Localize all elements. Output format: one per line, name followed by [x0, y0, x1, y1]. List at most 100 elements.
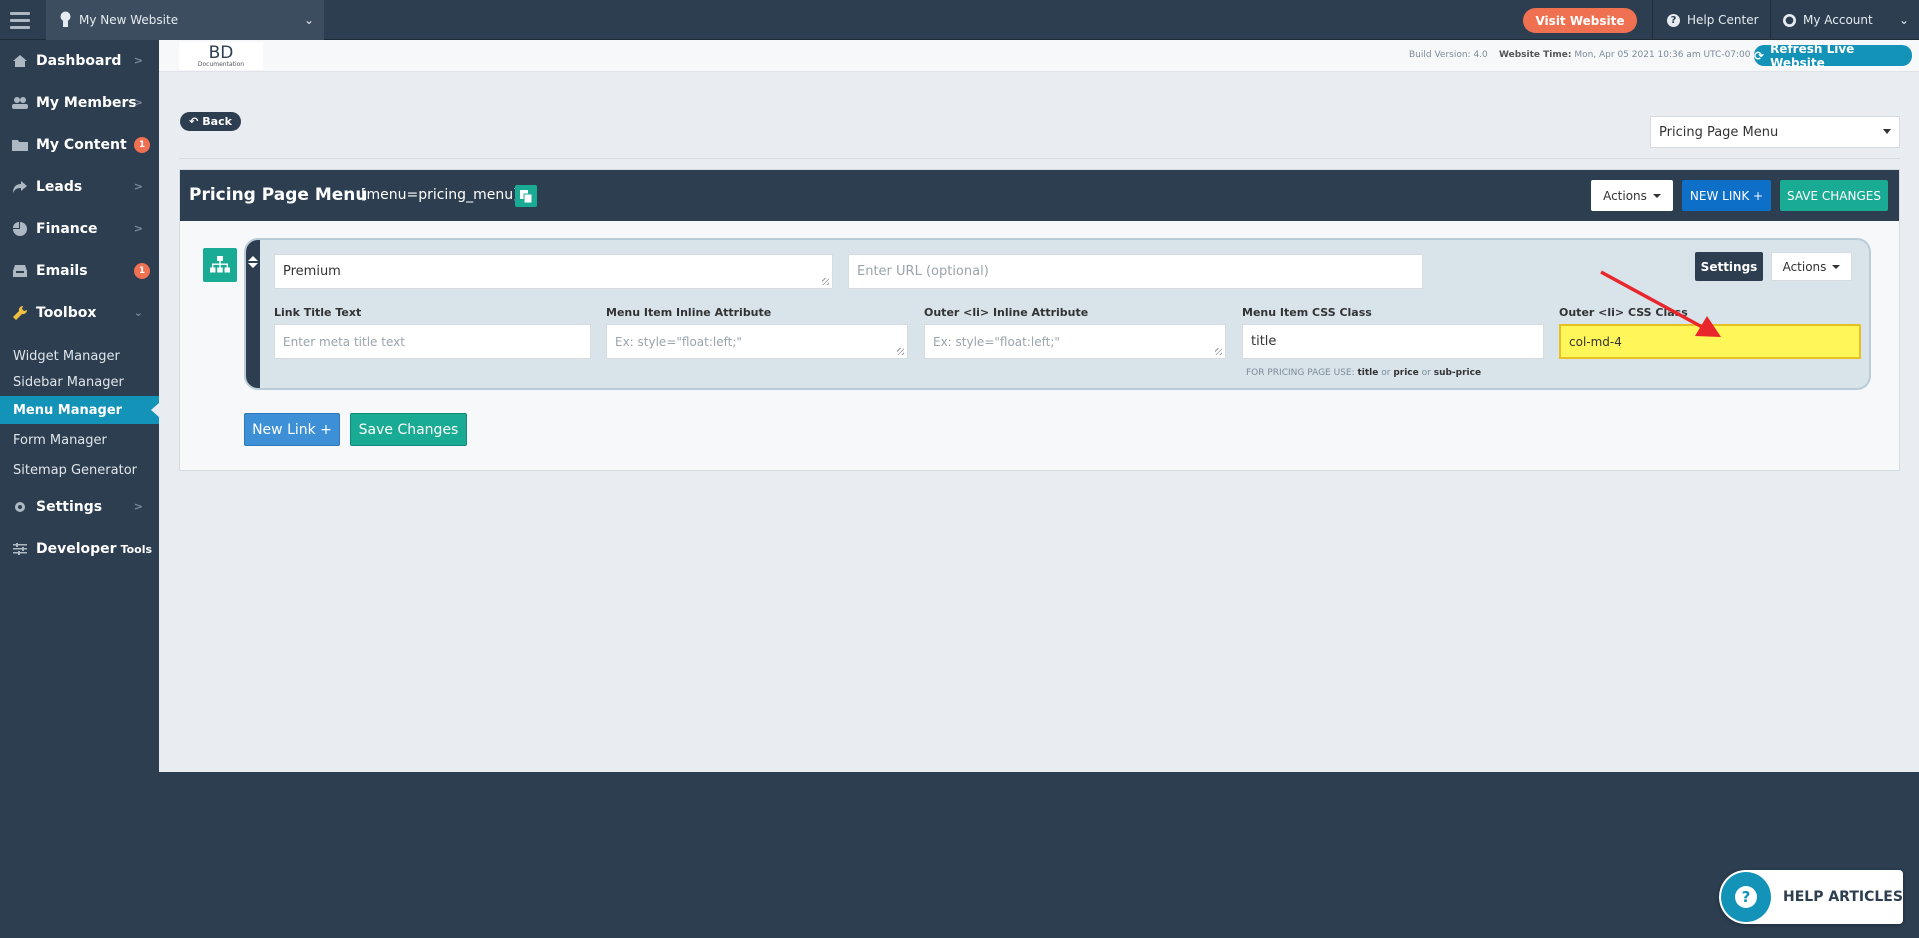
logo-subtext: Documentation [197, 60, 245, 68]
hamburger-menu-icon[interactable] [0, 0, 40, 40]
link-title-label: Link Title Text [274, 306, 362, 319]
menu-select-dropdown[interactable]: Pricing Page Menu [1650, 116, 1900, 148]
site-name: My New Website [79, 13, 179, 27]
resize-grip-icon [1215, 348, 1222, 355]
user-circle-icon: ● [1783, 13, 1796, 27]
chevron-right-icon: > [133, 222, 143, 235]
sidebar-item-label: Dashboard [36, 53, 122, 69]
new-link-button[interactable]: NEW LINK + [1682, 180, 1771, 211]
sidebar-item-toolbox[interactable]: Toolbox ⌄ [0, 292, 159, 334]
save-changes-button[interactable]: SAVE CHANGES [1780, 180, 1888, 211]
sidebar-item-settings[interactable]: Settings > [0, 486, 159, 528]
sidebar-item-developer-tools[interactable]: Developer Tools [0, 528, 159, 570]
sidebar-item-label: Leads [36, 179, 83, 195]
logo-text: BD [208, 42, 234, 63]
refresh-icon: ⟳ [1754, 48, 1765, 63]
sort-down-icon [248, 263, 258, 268]
sidebar-item-my-content[interactable]: My Content 1 [0, 124, 159, 166]
notification-badge: 1 [134, 263, 150, 279]
link-title-input[interactable]: Enter meta title text [274, 324, 591, 359]
help-articles-button[interactable]: ? HELP ARTICLES [1719, 870, 1903, 924]
note-option: sub-price [1433, 368, 1482, 378]
sidebar-item-my-members[interactable]: My Members > [0, 82, 159, 124]
sidebar-subitem-sitemap-generator[interactable]: Sitemap Generator [0, 456, 159, 484]
gear-icon [12, 500, 28, 514]
chevron-right-icon: > [133, 500, 143, 513]
menu-shortcode: [menu=pricing_menu] [361, 187, 519, 203]
divider [179, 158, 1900, 159]
note-prefix: FOR PRICING PAGE USE: [1246, 368, 1355, 378]
resize-grip-icon [822, 278, 829, 285]
my-account-label: My Account [1803, 13, 1873, 27]
inbox-icon [12, 264, 28, 278]
help-center-link[interactable]: ? Help Center [1667, 0, 1759, 40]
inline-attribute-placeholder: Ex: style="float:left;" [615, 334, 742, 349]
divider [1770, 0, 1771, 40]
annotation-arrow [1600, 270, 1721, 337]
actions-label: Actions [1603, 188, 1647, 203]
sidebar-subitem-form-manager[interactable]: Form Manager [0, 426, 159, 454]
panel-header: Pricing Page Menu [menu=pricing_menu] Ac… [180, 170, 1899, 221]
sidebar-item-label: Developer [36, 541, 117, 557]
panel-title: Pricing Page Menu [189, 185, 368, 205]
website-time: Website Time: Mon, Apr 05 2021 10:36 am … [1499, 50, 1751, 60]
panel-actions-dropdown[interactable]: Actions [1591, 180, 1673, 211]
sidebar-item-emails[interactable]: Emails 1 [0, 250, 159, 292]
sidebar-item-label: My Members [36, 95, 137, 111]
sidebar-item-dashboard[interactable]: Dashboard > [0, 40, 159, 82]
site-selector[interactable]: My New Website ⌄ [46, 0, 324, 40]
note-separator: or [1421, 368, 1431, 378]
sidebar-item-label: My Content [36, 137, 127, 153]
outer-inline-attribute-input[interactable]: Ex: style="float:left;" [924, 324, 1226, 359]
drag-handle[interactable] [246, 240, 260, 388]
menu-item-title-input[interactable]: Premium [274, 254, 833, 289]
lightbulb-icon [60, 11, 71, 27]
visit-website-button[interactable]: Visit Website [1523, 8, 1637, 33]
pie-chart-icon [12, 222, 28, 236]
wrench-icon [12, 306, 28, 320]
caret-down-icon [1652, 193, 1661, 198]
sidebar-subitem-sidebar-manager[interactable]: Sidebar Manager [0, 368, 159, 396]
outer-inline-attribute-placeholder: Ex: style="float:left;" [933, 334, 1060, 349]
share-icon [12, 180, 28, 194]
refresh-label: Refresh Live Website [1770, 41, 1855, 70]
save-changes-button-bottom[interactable]: Save Changes [350, 413, 467, 446]
sidebar-item-leads[interactable]: Leads > [0, 166, 159, 208]
my-account-menu[interactable]: ● My Account [1783, 0, 1873, 40]
menu-item-url-input[interactable]: Enter URL (optional) [848, 254, 1423, 289]
sidebar-item-label: Finance [36, 221, 98, 237]
sidebar-subitem-menu-manager[interactable]: Menu Manager [0, 396, 159, 424]
copy-icon[interactable] [515, 185, 537, 207]
css-class-input[interactable]: title [1242, 324, 1544, 359]
build-version: Build Version: 4.0 [1409, 50, 1488, 60]
back-button[interactable]: ↶ Back [180, 112, 241, 131]
actions-label: Actions [1782, 259, 1827, 274]
logo: BD Documentation [179, 42, 263, 70]
sidebar-subitem-widget-manager[interactable]: Widget Manager [0, 342, 159, 370]
sidebar: Dashboard > My Members > My Content 1 Le… [0, 40, 159, 938]
back-label: Back [202, 115, 232, 128]
reply-arrow-icon: ↶ [189, 115, 199, 128]
sidebar-item-finance[interactable]: Finance > [0, 208, 159, 250]
sub-header: BD Documentation Build Version: 4.0 Webs… [159, 40, 1919, 72]
inline-attribute-label: Menu Item Inline Attribute [606, 306, 772, 319]
sidebar-item-label: Toolbox [36, 305, 97, 321]
chevron-down-icon: ⌄ [133, 306, 143, 319]
folder-icon [12, 138, 28, 152]
item-actions-dropdown[interactable]: Actions [1771, 252, 1852, 281]
home-icon [12, 54, 28, 68]
help-articles-label: HELP ARTICLES [1783, 889, 1903, 905]
sidebar-item-label: Emails [36, 263, 88, 279]
refresh-live-website-button[interactable]: ⟳ Refresh Live Website [1754, 42, 1912, 70]
css-class-label: Menu Item CSS Class [1242, 306, 1372, 319]
sitemap-icon [203, 248, 237, 282]
sidebar-item-label: Settings [36, 499, 103, 515]
new-link-button-bottom[interactable]: New Link + [244, 413, 340, 446]
sidebar-item-suffix: Tools [120, 542, 153, 556]
inline-attribute-input[interactable]: Ex: style="float:left;" [606, 324, 908, 359]
sliders-icon [12, 542, 28, 556]
chevron-down-icon[interactable]: ⌄ [1899, 13, 1909, 27]
users-icon [12, 96, 28, 110]
main-content: BD Documentation Build Version: 4.0 Webs… [159, 40, 1919, 772]
help-circle-icon: ? [1721, 872, 1771, 922]
